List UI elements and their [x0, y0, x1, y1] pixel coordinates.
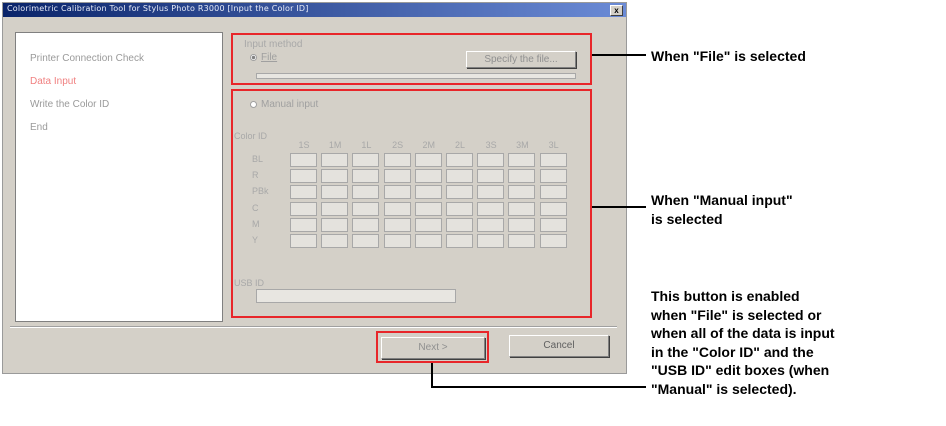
footer-separator — [10, 326, 617, 328]
step-write-color-id: Write the Color ID — [30, 99, 110, 110]
manual-callout-line-1: When "Manual input" — [651, 192, 793, 208]
manual-callout-text: When "Manual input" is selected — [651, 191, 793, 228]
manual-callout-line-2: is selected — [651, 210, 723, 227]
manual-section-highlight — [231, 89, 592, 318]
next-callout-text: This button is enabled when "File" is se… — [651, 287, 835, 398]
file-callout-line — [592, 54, 646, 56]
file-callout-text: When "File" is selected — [651, 48, 806, 64]
manual-callout-line — [592, 206, 646, 208]
window-title: Colorimetric Calibration Tool for Stylus… — [7, 4, 309, 13]
title-bar[interactable]: Colorimetric Calibration Tool for Stylus… — [3, 3, 626, 17]
next-button-highlight — [376, 331, 489, 363]
step-end: End — [30, 122, 48, 133]
note-line: This button is enabled — [651, 288, 800, 304]
note-line: "USB ID" edit boxes (when — [651, 362, 830, 378]
next-callout-vline — [431, 363, 433, 387]
note-line: "Manual" is selected). — [651, 380, 797, 397]
note-line: in the "Color ID" and the — [651, 343, 814, 360]
cancel-button[interactable]: Cancel — [509, 335, 609, 357]
note-line: when "File" is selected or — [651, 306, 822, 323]
file-section-highlight — [231, 33, 592, 85]
next-callout-hline — [431, 386, 646, 388]
steps-panel: Printer Connection Check Data Input Writ… — [15, 32, 223, 322]
note-line: when all of the data is input — [651, 325, 835, 341]
close-button[interactable]: x — [610, 5, 623, 16]
step-data-input: Data Input — [30, 76, 77, 87]
step-printer-connection-check: Printer Connection Check — [30, 53, 144, 64]
